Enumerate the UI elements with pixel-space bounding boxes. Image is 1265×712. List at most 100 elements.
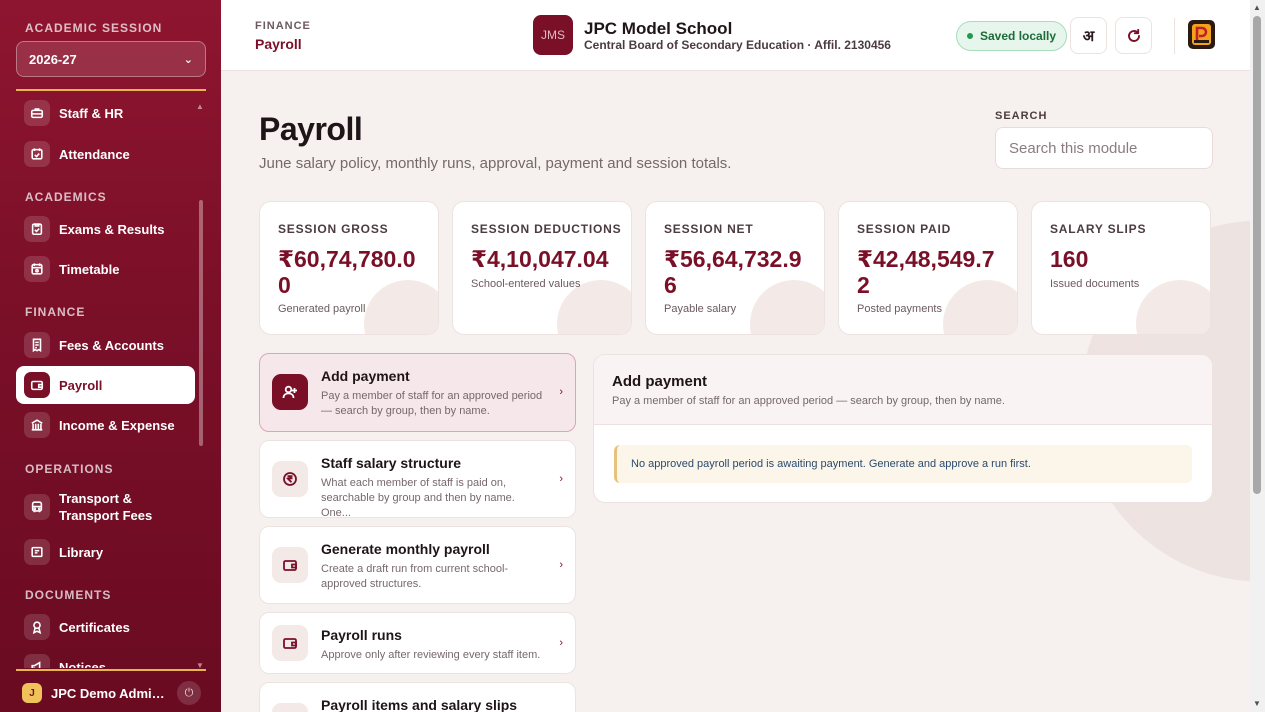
section-label-documents: DOCUMENTS xyxy=(25,588,112,602)
action-card-payroll-items[interactable]: Payroll items and salary slips xyxy=(259,682,576,712)
action-card-add-payment[interactable]: Add payment Pay a member of staff for an… xyxy=(259,353,576,432)
divider xyxy=(16,669,206,671)
sidebar-item-label: Transport & Transport Fees xyxy=(59,491,153,523)
action-card-title: Payroll runs xyxy=(321,627,402,643)
receipt-icon xyxy=(24,332,50,358)
decoration xyxy=(1136,280,1210,334)
search-input[interactable] xyxy=(995,127,1213,169)
sidebar: ACADEMIC SESSION 2026-27 ⌄ Staff & HR At… xyxy=(0,0,221,712)
divider xyxy=(1174,18,1175,54)
main-content: Payroll June salary policy, monthly runs… xyxy=(221,71,1250,712)
divider xyxy=(16,89,206,91)
panel-desc: Pay a member of staff for an approved pe… xyxy=(612,395,1005,407)
user-profile[interactable]: J JPC Demo Administrator ⏻ xyxy=(0,674,221,712)
stat-card-session-deductions: SESSION DEDUCTIONS ₹4,10,047.04 School-e… xyxy=(452,201,632,335)
stat-value: 160 xyxy=(1050,246,1089,272)
power-icon[interactable]: ⏻ xyxy=(177,681,201,705)
bank-icon xyxy=(24,412,50,438)
sidebar-scrollbar[interactable] xyxy=(199,200,203,446)
action-card-salary-structure[interactable]: Staff salary structure What each member … xyxy=(259,440,576,519)
panel-title: Add payment xyxy=(612,373,708,390)
sidebar-item-label: Notices xyxy=(59,659,106,669)
stat-note: Payable salary xyxy=(664,303,737,315)
section-label-operations: OPERATIONS xyxy=(25,462,114,476)
stat-note: School-entered values xyxy=(471,278,581,290)
session-select-value: 2026-27 xyxy=(29,51,77,67)
sidebar-nav: Staff & HR Attendance ACADEMICS Exams & … xyxy=(0,92,221,668)
scroll-up-icon[interactable]: ▲ xyxy=(196,102,204,111)
sidebar-item-payroll[interactable]: Payroll xyxy=(16,366,195,404)
stat-value: ₹56,64,732.96 xyxy=(664,246,802,298)
topbar: FINANCE Payroll JMS JPC Model School Cen… xyxy=(221,0,1250,71)
calendar-check-icon xyxy=(24,141,50,167)
sidebar-item-notices[interactable]: Notices xyxy=(16,648,195,668)
sidebar-item-timetable[interactable]: Timetable xyxy=(16,250,195,288)
language-toggle-button[interactable]: अ xyxy=(1070,17,1107,54)
sidebar-item-label: Attendance xyxy=(59,146,130,162)
stat-card-session-paid: SESSION PAID ₹42,48,549.72 Posted paymen… xyxy=(838,201,1018,335)
stat-label: SESSION GROSS xyxy=(278,222,389,236)
scroll-up-icon[interactable]: ▲ xyxy=(1253,3,1261,12)
stat-card-session-net: SESSION NET ₹56,64,732.96 Payable salary xyxy=(645,201,825,335)
stat-value: ₹4,10,047.04 xyxy=(471,246,609,272)
action-card-generate-payroll[interactable]: Generate monthly payroll Create a draft … xyxy=(259,526,576,604)
status-dot-icon xyxy=(967,33,973,39)
scrollbar-thumb[interactable] xyxy=(1253,16,1261,494)
breadcrumb-page: Payroll xyxy=(255,36,302,52)
wallet-icon xyxy=(24,372,50,398)
sidebar-item-attendance[interactable]: Attendance xyxy=(16,135,195,173)
sidebar-item-transport[interactable]: Transport & Transport Fees xyxy=(16,484,195,530)
action-card-title: Add payment xyxy=(321,368,410,384)
wallet-icon xyxy=(272,547,308,583)
session-select[interactable]: 2026-27 ⌄ xyxy=(16,41,206,77)
refresh-button[interactable] xyxy=(1115,17,1152,54)
page-scrollbar[interactable]: ▲ ▼ xyxy=(1250,0,1265,712)
school-name: JPC Model School xyxy=(584,19,733,38)
panel-header: Add payment Pay a member of staff for an… xyxy=(594,355,1212,425)
action-card-title: Generate monthly payroll xyxy=(321,541,490,557)
sidebar-item-label: Payroll xyxy=(59,377,103,393)
stat-label: SESSION DEDUCTIONS xyxy=(471,222,622,236)
stat-value: ₹42,48,549.72 xyxy=(857,246,995,298)
book-icon xyxy=(24,539,50,565)
briefcase-icon xyxy=(24,100,50,126)
stat-label: SESSION PAID xyxy=(857,222,952,236)
action-card-desc: Approve only after reviewing every staff… xyxy=(321,649,541,661)
sidebar-item-label: Certificates xyxy=(59,619,130,635)
chevron-right-icon: › xyxy=(559,386,563,398)
stat-note: Generated payroll xyxy=(278,303,366,315)
stat-label: SALARY SLIPS xyxy=(1050,222,1147,236)
chevron-right-icon: › xyxy=(559,637,563,649)
sidebar-item-label: Exams & Results xyxy=(59,221,165,237)
calendar-icon xyxy=(24,256,50,282)
bus-icon xyxy=(24,494,50,520)
status-badge-label: Saved locally xyxy=(980,29,1057,43)
megaphone-icon xyxy=(24,654,50,668)
chevron-right-icon: › xyxy=(559,473,563,485)
search-label: SEARCH xyxy=(995,110,1048,122)
brand-logo[interactable] xyxy=(1188,20,1215,49)
school-board: Central Board of Secondary Education · A… xyxy=(584,38,891,52)
school-logo: JMS xyxy=(533,15,573,55)
action-card-desc: Pay a member of staff for an approved pe… xyxy=(321,390,543,417)
sidebar-item-exams-results[interactable]: Exams & Results xyxy=(16,210,195,248)
action-card-desc: What each member of staff is paid on, se… xyxy=(321,477,515,519)
brand-logo-icon xyxy=(1192,24,1211,45)
wallet-icon xyxy=(272,625,308,661)
action-card-payroll-runs[interactable]: Payroll runs Approve only after reviewin… xyxy=(259,612,576,674)
sidebar-item-library[interactable]: Library xyxy=(16,533,195,571)
stat-label: SESSION NET xyxy=(664,222,754,236)
sidebar-item-staff-hr[interactable]: Staff & HR xyxy=(16,94,195,132)
scroll-down-icon[interactable]: ▼ xyxy=(1253,699,1261,708)
document-icon xyxy=(272,703,308,712)
sidebar-item-income-expense[interactable]: Income & Expense xyxy=(16,406,195,444)
page-subtitle: June salary policy, monthly runs, approv… xyxy=(259,155,732,172)
stat-card-session-gross: SESSION GROSS ₹60,74,780.00 Generated pa… xyxy=(259,201,439,335)
sidebar-item-certificates[interactable]: Certificates xyxy=(16,608,195,646)
rupee-icon xyxy=(272,461,308,497)
sidebar-item-label: Timetable xyxy=(59,261,120,277)
chevron-right-icon: › xyxy=(559,559,563,571)
sidebar-item-label: Staff & HR xyxy=(59,105,124,121)
sidebar-item-fees-accounts[interactable]: Fees & Accounts xyxy=(16,326,195,364)
action-card-desc: Create a draft run from current school-a… xyxy=(321,563,509,590)
